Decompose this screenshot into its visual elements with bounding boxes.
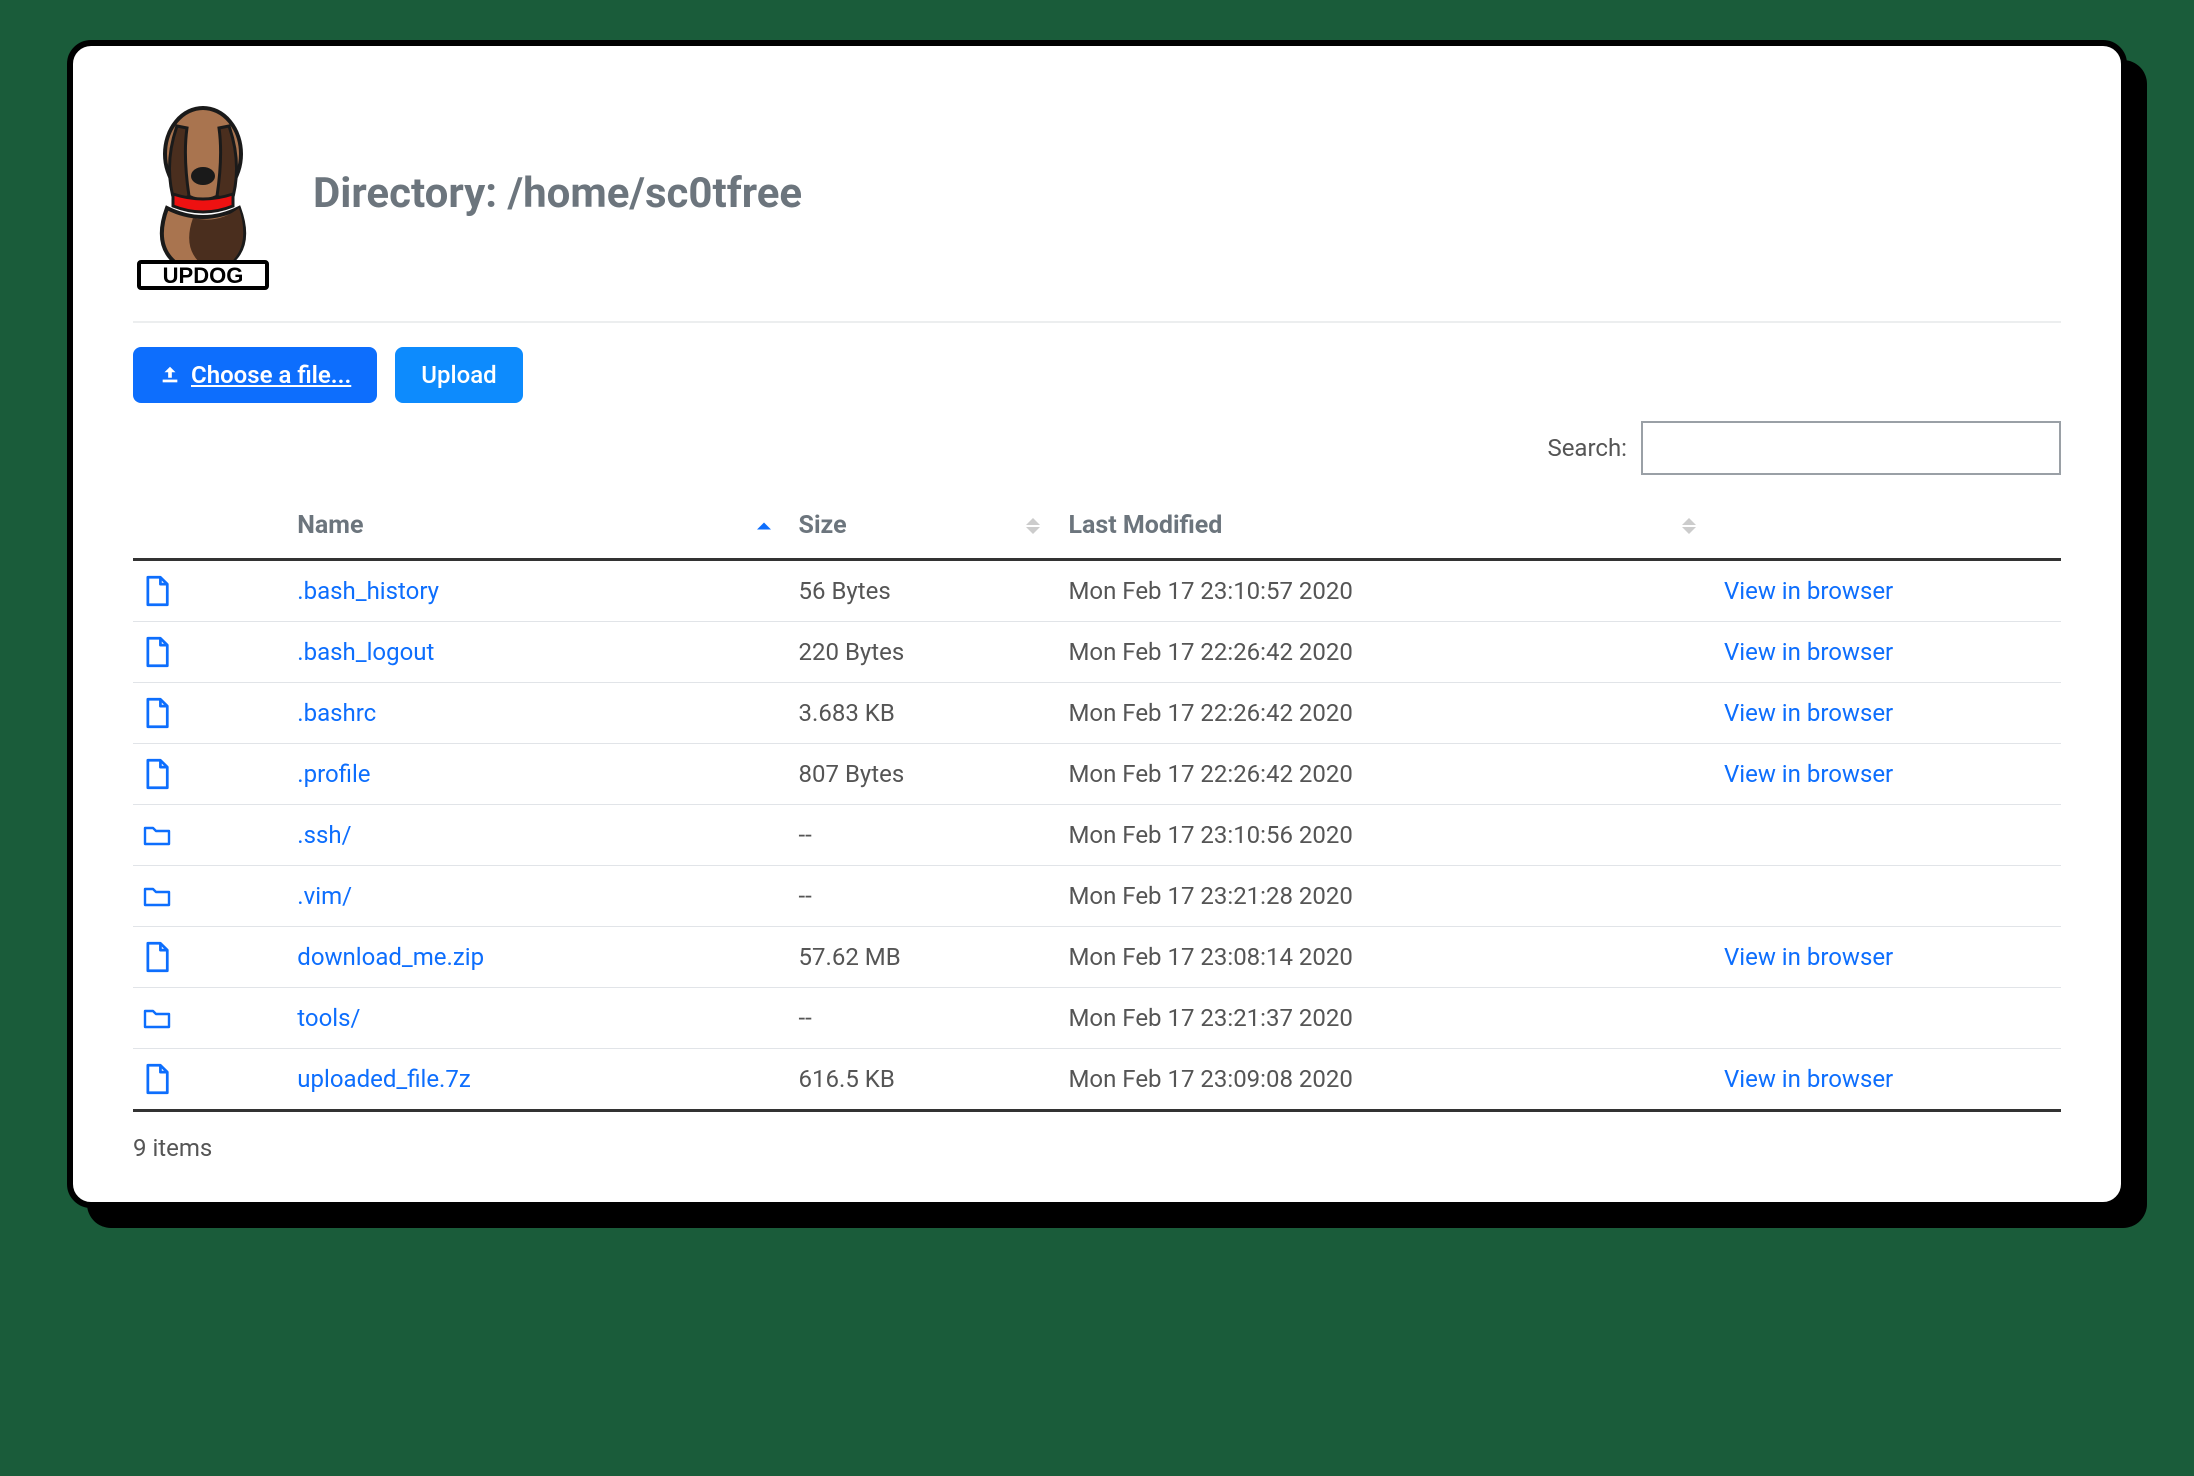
file-link[interactable]: .ssh/ bbox=[297, 821, 351, 849]
file-link[interactable]: .bash_logout bbox=[297, 638, 434, 666]
choose-file-label: Choose a file... bbox=[191, 361, 351, 389]
view-in-browser-link[interactable]: View in browser bbox=[1724, 943, 1893, 971]
file-size: 807 Bytes bbox=[789, 744, 1059, 805]
file-link[interactable]: tools/ bbox=[297, 1004, 360, 1032]
view-in-browser-link[interactable]: View in browser bbox=[1724, 577, 1893, 605]
col-modified-label: Last Modified bbox=[1068, 511, 1222, 540]
item-count: 9 items bbox=[133, 1112, 2061, 1162]
file-icon bbox=[133, 622, 287, 683]
col-icon bbox=[133, 493, 287, 560]
sort-icon bbox=[1026, 518, 1040, 534]
file-link[interactable]: .profile bbox=[297, 760, 370, 788]
search-input[interactable] bbox=[1641, 421, 2061, 475]
col-name-header[interactable]: Name bbox=[287, 493, 788, 560]
file-modified: Mon Feb 17 23:10:56 2020 bbox=[1058, 805, 1714, 866]
file-size: 57.62 MB bbox=[789, 927, 1059, 988]
choose-file-button[interactable]: Choose a file... bbox=[133, 347, 377, 403]
page-title: Directory: /home/sc0tfree bbox=[313, 169, 802, 218]
col-modified-header[interactable]: Last Modified bbox=[1058, 493, 1714, 560]
toolbar: Choose a file... Upload bbox=[133, 347, 2061, 403]
table-row: uploaded_file.7z 616.5 KBMon Feb 17 23:09… bbox=[133, 1049, 2061, 1111]
sort-asc-icon bbox=[757, 522, 771, 529]
view-in-browser-link[interactable]: View in browser bbox=[1724, 638, 1893, 666]
file-size: -- bbox=[789, 805, 1059, 866]
folder-icon bbox=[133, 866, 287, 927]
view-in-browser-link[interactable]: View in browser bbox=[1724, 760, 1893, 788]
file-size: -- bbox=[789, 866, 1059, 927]
col-name-label: Name bbox=[297, 511, 363, 540]
file-modified: Mon Feb 17 23:21:37 2020 bbox=[1058, 988, 1714, 1049]
file-size: 220 Bytes bbox=[789, 622, 1059, 683]
upload-icon bbox=[159, 364, 181, 386]
file-icon bbox=[133, 560, 287, 622]
search-row: Search: bbox=[133, 421, 2061, 475]
file-size: 3.683 KB bbox=[789, 683, 1059, 744]
file-link[interactable]: download_me.zip bbox=[297, 943, 484, 971]
file-link[interactable]: .bashrc bbox=[297, 699, 376, 727]
table-row: .bashrc 3.683 KBMon Feb 17 22:26:42 2020 V… bbox=[133, 683, 2061, 744]
file-modified: Mon Feb 17 22:26:42 2020 bbox=[1058, 744, 1714, 805]
file-modified: Mon Feb 17 23:08:14 2020 bbox=[1058, 927, 1714, 988]
view-in-browser-link[interactable]: View in browser bbox=[1724, 699, 1893, 727]
file-link[interactable]: .vim/ bbox=[297, 882, 352, 910]
header-divider bbox=[133, 321, 2061, 323]
table-row: .profile 807 BytesMon Feb 17 22:26:42 202… bbox=[133, 744, 2061, 805]
col-size-label: Size bbox=[799, 511, 847, 540]
file-icon bbox=[133, 1049, 287, 1111]
file-modified: Mon Feb 17 23:10:57 2020 bbox=[1058, 560, 1714, 622]
col-action-header bbox=[1714, 493, 2061, 560]
file-icon bbox=[133, 683, 287, 744]
app-window: UPDOG Directory: /home/sc0tfree Choose a… bbox=[67, 40, 2127, 1208]
search-label: Search: bbox=[1547, 434, 1627, 462]
file-size: -- bbox=[789, 988, 1059, 1049]
file-icon bbox=[133, 927, 287, 988]
sort-icon bbox=[1682, 518, 1696, 534]
table-row: .bash_logout 220 BytesMon Feb 17 22:26:42… bbox=[133, 622, 2061, 683]
folder-icon bbox=[133, 988, 287, 1049]
file-table: Name Size Last Modified .bash_history 56 … bbox=[133, 493, 2061, 1112]
file-size: 56 Bytes bbox=[789, 560, 1059, 622]
logo-text: UPDOG bbox=[163, 263, 244, 288]
file-modified: Mon Feb 17 22:26:42 2020 bbox=[1058, 622, 1714, 683]
file-link[interactable]: .bash_history bbox=[297, 577, 439, 605]
table-row: .ssh/ --Mon Feb 17 23:10:56 2020 bbox=[133, 805, 2061, 866]
table-row: .bash_history 56 BytesMon Feb 17 23:10:57… bbox=[133, 560, 2061, 622]
file-size: 616.5 KB bbox=[789, 1049, 1059, 1111]
folder-icon bbox=[133, 805, 287, 866]
view-in-browser-link[interactable]: View in browser bbox=[1724, 1065, 1893, 1093]
file-modified: Mon Feb 17 22:26:42 2020 bbox=[1058, 683, 1714, 744]
col-size-header[interactable]: Size bbox=[789, 493, 1059, 560]
table-row: download_me.zip 57.62 MBMon Feb 17 23:08:… bbox=[133, 927, 2061, 988]
file-icon bbox=[133, 744, 287, 805]
table-row: .vim/ --Mon Feb 17 23:21:28 2020 bbox=[133, 866, 2061, 927]
table-row: tools/ --Mon Feb 17 23:21:37 2020 bbox=[133, 988, 2061, 1049]
file-modified: Mon Feb 17 23:21:28 2020 bbox=[1058, 866, 1714, 927]
file-modified: Mon Feb 17 23:09:08 2020 bbox=[1058, 1049, 1714, 1111]
updog-logo: UPDOG bbox=[133, 96, 273, 291]
header: UPDOG Directory: /home/sc0tfree bbox=[133, 96, 2061, 291]
file-link[interactable]: uploaded_file.7z bbox=[297, 1065, 471, 1093]
upload-button[interactable]: Upload bbox=[395, 347, 522, 403]
upload-button-label: Upload bbox=[421, 361, 496, 389]
